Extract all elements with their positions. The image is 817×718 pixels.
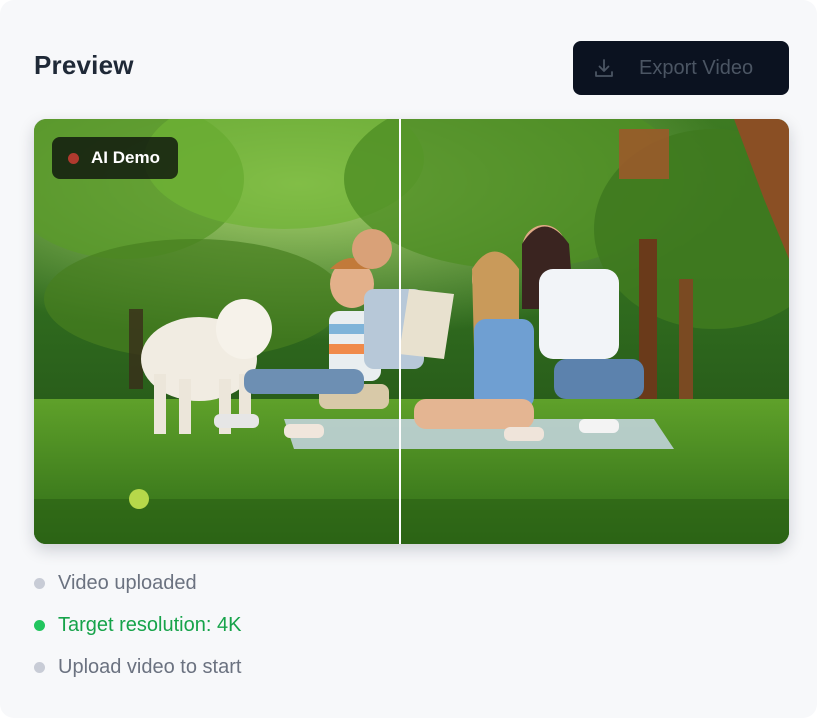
export-video-label: Export Video (639, 56, 754, 79)
ai-demo-badge: AI Demo (52, 137, 178, 179)
video-frame-image (34, 119, 789, 544)
status-label: Upload video to start (58, 655, 242, 678)
export-video-button[interactable]: Export Video (573, 41, 789, 95)
preview-panel: Preview Export Video AI Demo Video uploa… (0, 0, 817, 718)
status-list: Video uploaded Target resolution: 4K Upl… (34, 568, 241, 694)
panel-title: Preview (34, 50, 134, 80)
status-dot-icon (34, 661, 45, 673)
status-dot-icon (34, 619, 45, 631)
status-label: Target resolution: 4K (58, 613, 242, 636)
video-preview[interactable]: AI Demo (34, 119, 789, 544)
status-label: Video uploaded (58, 571, 197, 594)
badge-label: AI Demo (91, 148, 160, 167)
download-icon (593, 57, 615, 79)
status-item-upload-hint: Upload video to start (34, 652, 241, 682)
comparison-divider[interactable] (399, 119, 401, 544)
status-item-resolution: Target resolution: 4K (34, 610, 241, 640)
recording-dot-icon (68, 152, 79, 164)
status-item-uploaded: Video uploaded (34, 568, 241, 598)
status-dot-icon (34, 577, 45, 589)
